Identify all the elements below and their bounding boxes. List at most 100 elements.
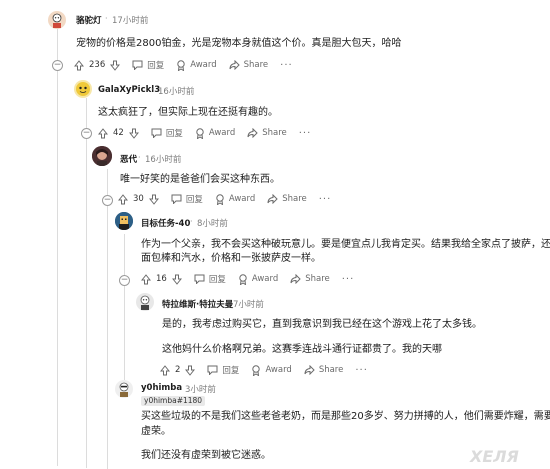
meta-separator: · (138, 153, 141, 162)
reply-button[interactable]: 回复 (194, 273, 226, 285)
comment-timestamp[interactable]: 3小时前 (185, 383, 216, 395)
comment-body-line: 这他妈什么价格啊兄弟。这赛季连战斗通行证都贵了。我的天哪 (162, 344, 442, 355)
share-button[interactable]: Share (267, 194, 307, 204)
reply-button[interactable]: 回复 (171, 193, 203, 205)
vote-count: 2 (175, 365, 181, 375)
more-options-button[interactable]: ··· (342, 274, 355, 285)
avatar[interactable] (92, 146, 112, 166)
meta-separator: · (178, 383, 181, 392)
more-options-button[interactable]: ··· (299, 128, 312, 139)
upvote-icon[interactable] (98, 127, 108, 139)
share-icon (290, 274, 301, 284)
comment-body: 唯一好笑的是爸爸们会买这种东西。 (120, 174, 280, 185)
avatar[interactable] (48, 11, 66, 29)
downvote-icon[interactable] (171, 274, 182, 285)
upvote-icon[interactable] (118, 193, 128, 205)
comment-username[interactable]: 特拉维斯·特拉夫曼 (162, 298, 233, 310)
comment-username[interactable]: y0himba (141, 383, 182, 393)
comment-timestamp[interactable]: 17小时前 (112, 14, 148, 26)
comment-actions: 2 回复 Award Share ··· (160, 362, 368, 378)
more-options-button[interactable]: ··· (319, 194, 332, 205)
comment-body: 这太疯狂了，但实际上现在还挺有趣的。 (98, 107, 278, 118)
reply-button[interactable]: 回复 (132, 59, 164, 71)
avatar[interactable] (115, 380, 133, 398)
upvote-icon[interactable] (74, 59, 84, 71)
comment-actions: 30 回复 Award Share ··· (118, 191, 331, 207)
reply-button[interactable]: 回复 (151, 127, 183, 139)
thread-line-level-4 (124, 234, 125, 384)
comment-body-line: 买这些垃圾的不是我们这些老爸老奶，而是那些20多岁、努力拼搏的人，他们需要炸耀，… (141, 411, 550, 422)
reply-icon (132, 60, 143, 70)
award-label: Award (228, 194, 256, 204)
comment-actions: 42 回复 Award Share ··· (98, 125, 311, 141)
downvote-icon[interactable] (148, 194, 159, 205)
downvote-icon[interactable] (128, 128, 139, 139)
comment-username[interactable]: 目标任务-40 (141, 217, 190, 229)
comment-body-line: 是的，我考虑过购买它，直到我意识到我已经在这个游戏上花了太多钱。 (162, 319, 482, 330)
comment-username[interactable]: 恶代 (120, 153, 137, 165)
more-options-button[interactable]: ··· (280, 60, 293, 71)
meta-separator: · (105, 14, 108, 23)
share-icon (267, 194, 278, 204)
vote-count: 30 (133, 194, 144, 204)
comment-timestamp[interactable]: 8小时前 (197, 217, 228, 229)
collapse-thread-button[interactable]: − (119, 275, 130, 286)
comment-username[interactable]: 骆驼灯 (76, 14, 102, 26)
vote-count: 16 (156, 274, 167, 284)
reply-button[interactable]: 回复 (207, 364, 239, 376)
comment-timestamp[interactable]: 16小时前 (145, 153, 181, 165)
more-options-button[interactable]: ··· (355, 365, 368, 376)
award-button[interactable]: Award (251, 364, 292, 376)
reply-label: 回复 (222, 366, 240, 376)
meta-separator: · (151, 85, 154, 94)
reply-icon (194, 274, 205, 284)
downvote-icon[interactable] (110, 60, 121, 71)
vote-control: 236 (74, 59, 121, 71)
share-icon (304, 365, 315, 375)
avatar[interactable] (74, 80, 92, 98)
vote-count: 236 (89, 60, 106, 70)
thread-line-level-3 (107, 169, 108, 469)
share-button[interactable]: Share (229, 60, 269, 70)
upvote-icon[interactable] (141, 273, 151, 285)
share-icon (247, 128, 258, 138)
reply-label: 回复 (165, 129, 183, 139)
comment-timestamp[interactable]: 7小时前 (233, 298, 264, 310)
reply-icon (207, 365, 218, 375)
award-icon (216, 193, 224, 205)
share-button[interactable]: Share (247, 128, 287, 138)
comment-actions: 16 回复 Award Share ··· (141, 271, 354, 287)
award-icon (252, 364, 261, 376)
share-button[interactable]: Share (304, 365, 343, 375)
share-label: Share (262, 128, 287, 138)
comment-timestamp[interactable]: 16小时前 (158, 85, 194, 97)
award-button[interactable]: Award (176, 59, 217, 71)
reply-icon (171, 194, 182, 204)
avatar[interactable] (115, 212, 133, 230)
share-label: Share (305, 274, 330, 284)
reply-label: 回复 (208, 275, 226, 285)
user-flair: y0himba#1180 (141, 396, 206, 406)
award-button[interactable]: Award (215, 193, 256, 205)
vote-count: 42 (113, 128, 124, 138)
collapse-thread-button[interactable]: − (81, 128, 92, 139)
reply-label: 回复 (147, 61, 165, 71)
reply-label: 回复 (185, 195, 203, 205)
award-label: Award (251, 274, 279, 284)
collapse-thread-button[interactable]: − (102, 195, 113, 206)
vote-control: 30 (118, 193, 159, 205)
downvote-icon[interactable] (185, 365, 196, 376)
share-button[interactable]: Share (290, 274, 330, 284)
avatar[interactable] (136, 293, 154, 311)
upvote-icon[interactable] (160, 364, 170, 376)
vote-control: 16 (141, 273, 182, 285)
award-button[interactable]: Award (238, 273, 279, 285)
award-label: Award (190, 60, 217, 70)
share-label: Share (243, 60, 269, 70)
comment-body-line: 虚荣。 (141, 426, 171, 437)
comment-body: 宠物的价格是2800铂金，光是宠物本身就值这个价。真是胆大包天，哈哈 (76, 38, 402, 49)
reply-icon (151, 128, 162, 138)
award-button[interactable]: Award (195, 127, 235, 139)
thread-line-level-2 (86, 98, 87, 468)
collapse-thread-button[interactable]: − (52, 60, 63, 71)
